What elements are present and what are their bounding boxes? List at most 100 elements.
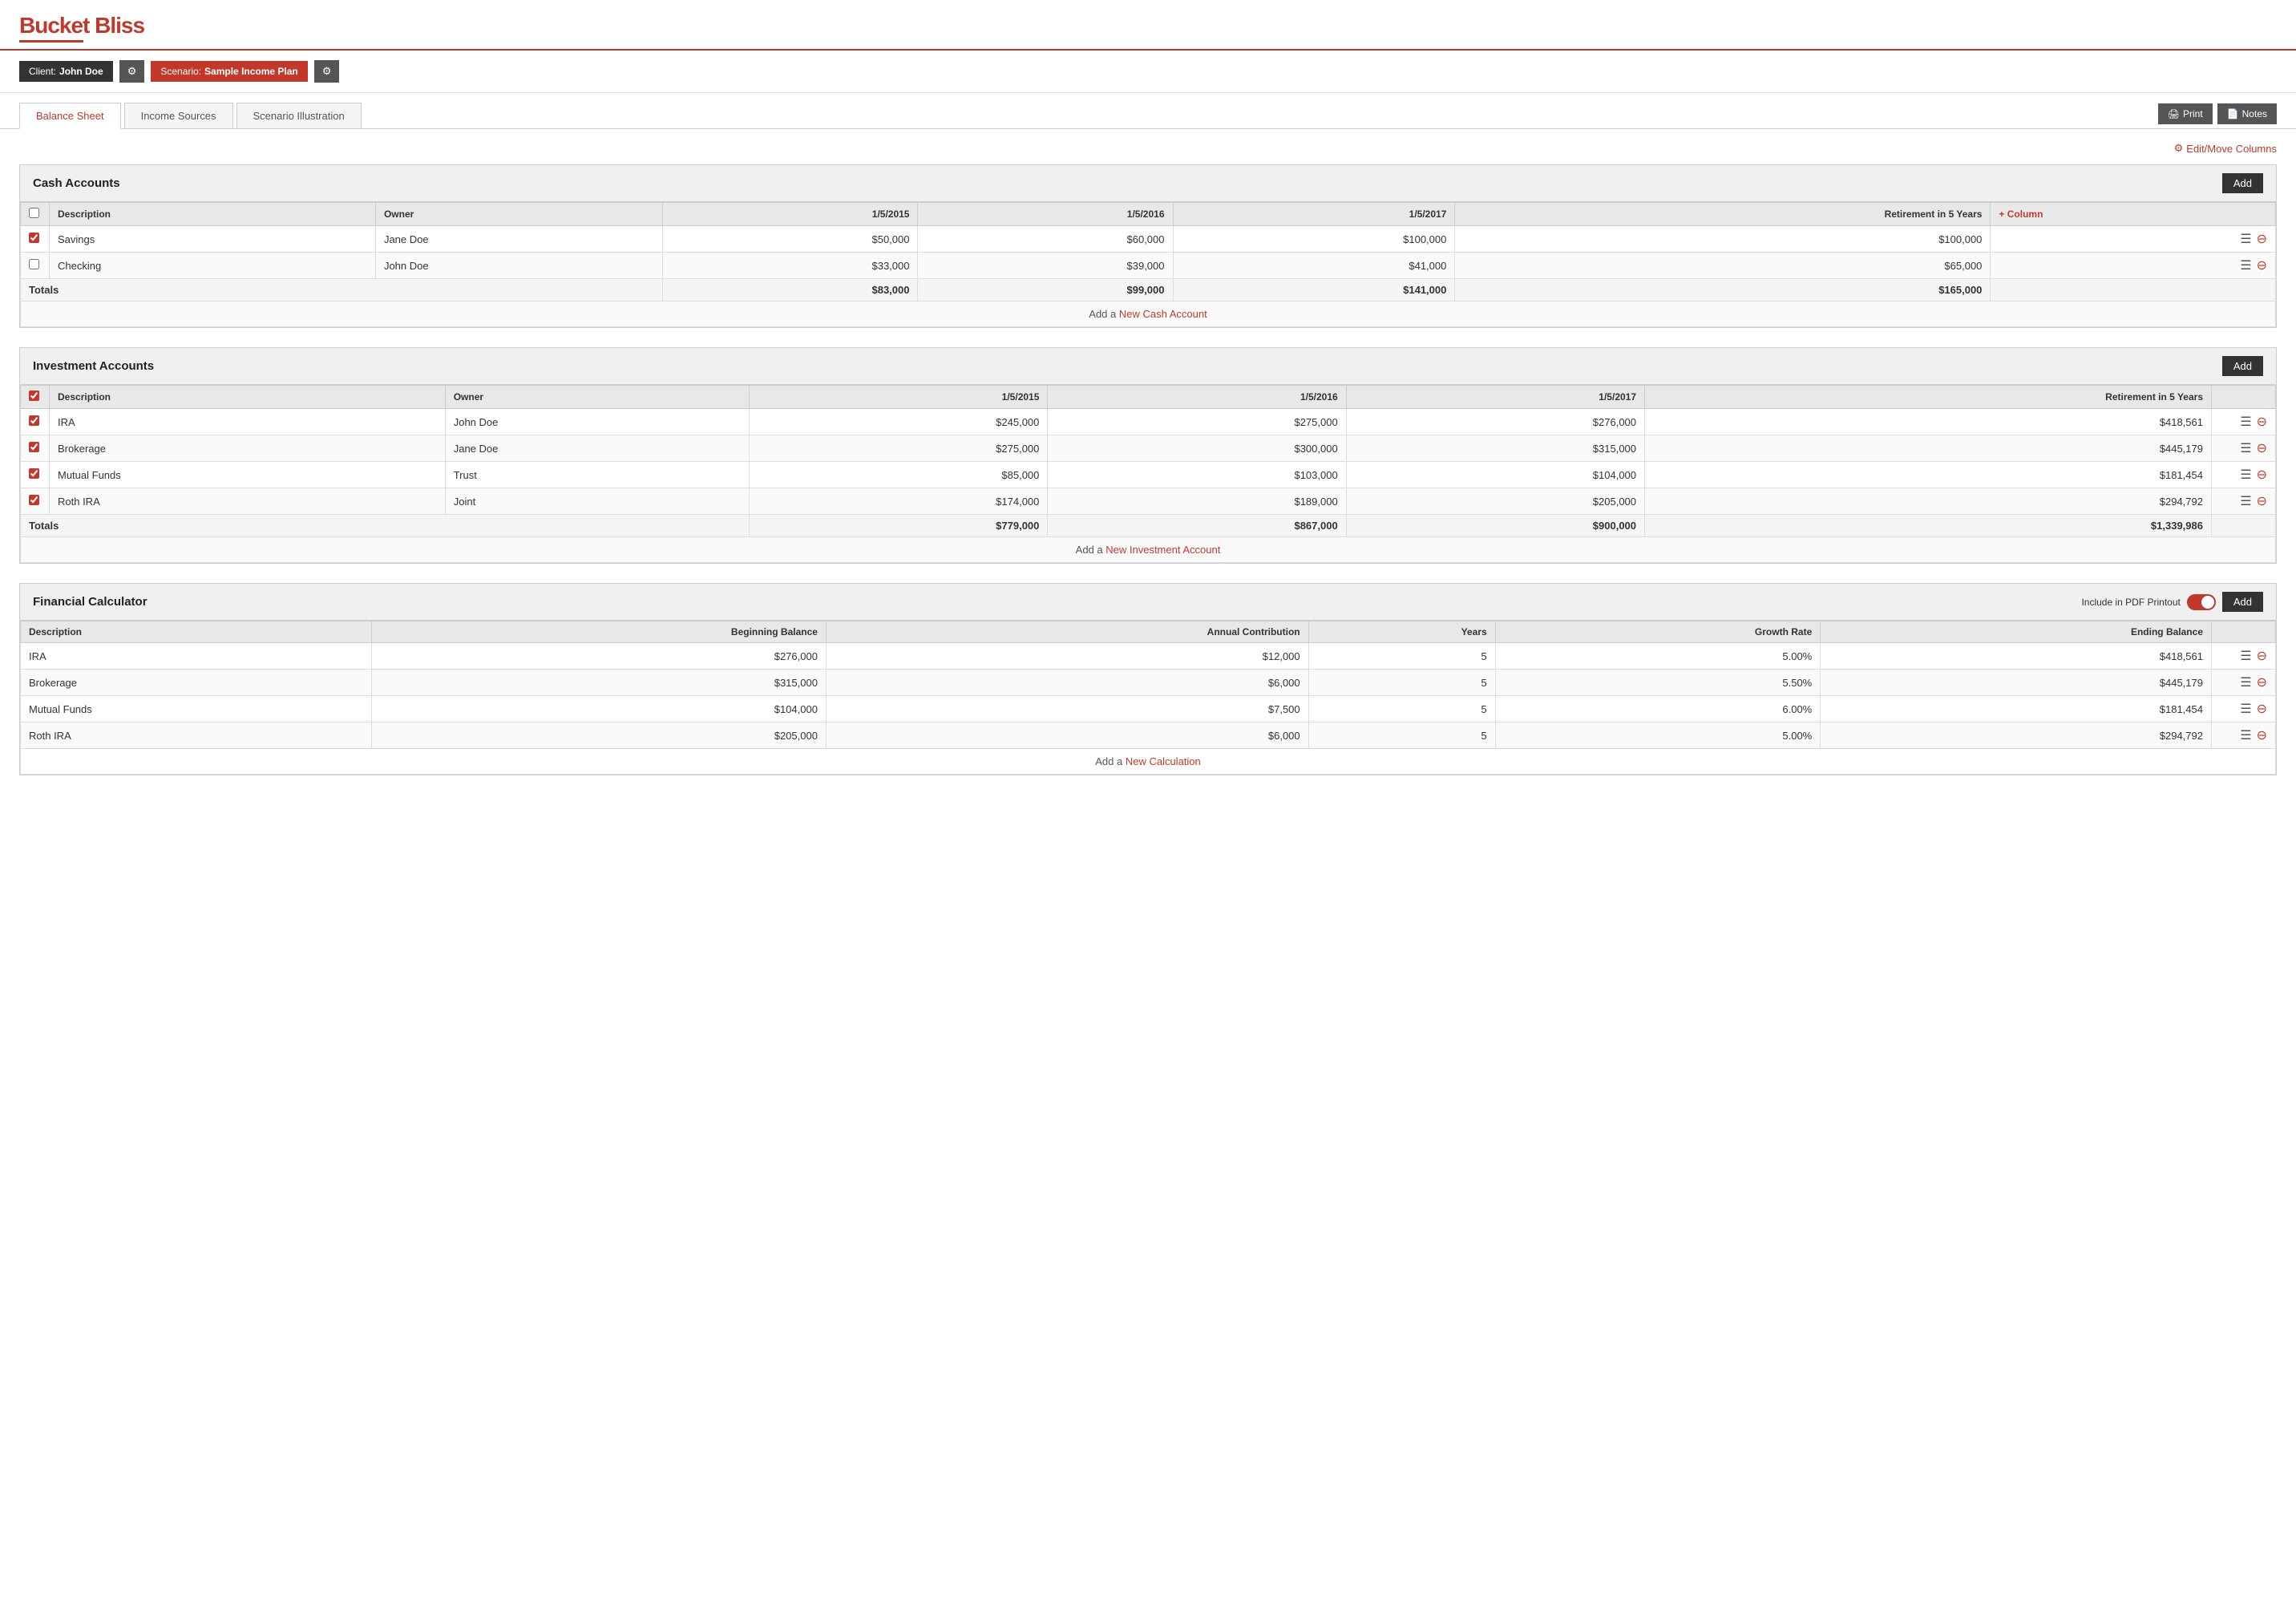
investment-totals-v4: $1,339,986 bbox=[1645, 515, 2212, 537]
financial-calculator-header: Financial Calculator Include in PDF Prin… bbox=[20, 584, 2276, 621]
financial-calculator-section: Financial Calculator Include in PDF Prin… bbox=[19, 583, 2277, 775]
cash-accounts-select-all[interactable] bbox=[29, 208, 39, 218]
scenario-gear-button[interactable]: ⚙ bbox=[314, 60, 340, 83]
tab-scenario-illustration[interactable]: Scenario Illustration bbox=[236, 103, 362, 128]
inv-row-2-checkbox[interactable] bbox=[29, 468, 39, 479]
inv-row-2-remove-icon[interactable]: ⊖ bbox=[2257, 467, 2267, 483]
fc-add-row-cell: Add a New Calculation bbox=[21, 749, 2276, 775]
investment-accounts-section: Investment Accounts Add Description Owne… bbox=[19, 347, 2277, 564]
cash-row-0-menu-icon[interactable]: ☰ bbox=[2240, 231, 2251, 247]
new-calculation-link[interactable]: New Calculation bbox=[1126, 755, 1201, 767]
client-badge: Client: John Doe bbox=[19, 61, 113, 82]
fc-row-0-menu-icon[interactable]: ☰ bbox=[2240, 648, 2251, 664]
toolbar: Client: John Doe ⚙ Scenario: Sample Inco… bbox=[0, 51, 2296, 93]
fc-row-0-growth-rate: 5.00% bbox=[1495, 643, 1821, 670]
inv-row-1-checkbox[interactable] bbox=[29, 442, 39, 452]
fc-row-0-beginning-balance: $276,000 bbox=[372, 643, 827, 670]
tabs-container: Balance Sheet Income Sources Scenario Il… bbox=[19, 103, 2158, 128]
fc-row-1-remove-icon[interactable]: ⊖ bbox=[2257, 674, 2267, 690]
new-cash-account-link[interactable]: New Cash Account bbox=[1119, 308, 1207, 320]
fc-row-3-remove-icon[interactable]: ⊖ bbox=[2257, 727, 2267, 743]
investment-accounts-add-button[interactable]: Add bbox=[2222, 356, 2263, 376]
inv-col-retirement: Retirement in 5 Years bbox=[1645, 386, 2212, 409]
fc-row-2-actions: ☰ ⊖ bbox=[2220, 701, 2267, 717]
inv-row-3-remove-icon[interactable]: ⊖ bbox=[2257, 493, 2267, 509]
cash-col-owner: Owner bbox=[375, 203, 663, 226]
client-label: Client: bbox=[29, 66, 56, 77]
toggle-knob bbox=[2201, 596, 2214, 609]
table-row: IRA $276,000 $12,000 5 5.00% $418,561 ☰ … bbox=[21, 643, 2276, 670]
fc-row-0-remove-icon[interactable]: ⊖ bbox=[2257, 648, 2267, 664]
fc-col-description: Description bbox=[21, 621, 372, 643]
investment-totals-row: Totals $779,000 $867,000 $900,000 $1,339… bbox=[21, 515, 2276, 537]
inv-row-0-v4: $418,561 bbox=[1645, 409, 2212, 435]
include-pdf-label: Include in PDF Printout bbox=[2081, 597, 2180, 608]
inv-col-date1: 1/5/2015 bbox=[750, 386, 1048, 409]
notes-button[interactable]: 📄 Notes bbox=[2217, 103, 2277, 124]
fc-row-2-remove-icon[interactable]: ⊖ bbox=[2257, 701, 2267, 717]
cash-col-add-column[interactable]: + Column bbox=[1991, 203, 2276, 226]
edit-columns-link[interactable]: ⚙ Edit/Move Columns bbox=[2174, 142, 2277, 155]
print-button[interactable]: 🖨 Print bbox=[2158, 103, 2213, 124]
tab-income-sources[interactable]: Income Sources bbox=[124, 103, 233, 128]
fc-row-0-annual-contribution: $12,000 bbox=[826, 643, 1308, 670]
inv-row-0-menu-icon[interactable]: ☰ bbox=[2240, 414, 2251, 430]
cash-row-0-v1: $50,000 bbox=[663, 226, 918, 253]
cash-totals-v4: $165,000 bbox=[1455, 279, 1991, 302]
fc-row-2-menu-icon[interactable]: ☰ bbox=[2240, 701, 2251, 717]
tab-balance-sheet[interactable]: Balance Sheet bbox=[19, 103, 121, 129]
fc-row-3-actions: ☰ ⊖ bbox=[2220, 727, 2267, 743]
inv-row-2-description: Mutual Funds bbox=[50, 462, 446, 488]
new-investment-account-link[interactable]: New Investment Account bbox=[1106, 544, 1220, 556]
cash-accounts-header: Cash Accounts Add bbox=[20, 165, 2276, 202]
investment-totals-v3: $900,000 bbox=[1346, 515, 1644, 537]
cash-row-1-v1: $33,000 bbox=[663, 253, 918, 279]
inv-row-0-checkbox[interactable] bbox=[29, 415, 39, 426]
fc-col-growth-rate: Growth Rate bbox=[1495, 621, 1821, 643]
fc-row-2-growth-rate: 6.00% bbox=[1495, 696, 1821, 722]
investment-accounts-table: Description Owner 1/5/2015 1/5/2016 1/5/… bbox=[20, 385, 2276, 563]
table-row: Brokerage Jane Doe $275,000 $300,000 $31… bbox=[21, 435, 2276, 462]
header: Bucket Bliss bbox=[0, 0, 2296, 51]
fc-row-3-menu-icon[interactable]: ☰ bbox=[2240, 727, 2251, 743]
fc-col-ending-balance: Ending Balance bbox=[1821, 621, 2212, 643]
fc-col-annual-contribution: Annual Contribution bbox=[826, 621, 1308, 643]
inv-row-1-menu-icon[interactable]: ☰ bbox=[2240, 440, 2251, 456]
cash-totals-row: Totals $83,000 $99,000 $141,000 $165,000 bbox=[21, 279, 2276, 302]
cash-row-1-remove-icon[interactable]: ⊖ bbox=[2257, 257, 2267, 273]
inv-col-owner: Owner bbox=[445, 386, 749, 409]
table-row: Roth IRA $205,000 $6,000 5 5.00% $294,79… bbox=[21, 722, 2276, 749]
logo-text2: Bliss bbox=[95, 13, 144, 38]
cash-accounts-section: Cash Accounts Add Description Owner 1/5/… bbox=[19, 164, 2277, 328]
cash-accounts-add-button[interactable]: Add bbox=[2222, 173, 2263, 193]
fc-row-1-years: 5 bbox=[1308, 670, 1495, 696]
fc-row-2-ending-balance: $181,454 bbox=[1821, 696, 2212, 722]
investment-accounts-select-all[interactable] bbox=[29, 391, 39, 401]
inv-row-0-remove-icon[interactable]: ⊖ bbox=[2257, 414, 2267, 430]
inv-row-2-menu-icon[interactable]: ☰ bbox=[2240, 467, 2251, 483]
fc-row-1-menu-icon[interactable]: ☰ bbox=[2240, 674, 2251, 690]
scenario-name: Sample Income Plan bbox=[204, 66, 298, 77]
inv-row-3-description: Roth IRA bbox=[50, 488, 446, 515]
cash-row-1-checkbox[interactable] bbox=[29, 259, 39, 269]
cash-row-0-v2: $60,000 bbox=[918, 226, 1173, 253]
client-gear-button[interactable]: ⚙ bbox=[119, 60, 145, 83]
inv-row-3-checkbox[interactable] bbox=[29, 495, 39, 505]
investment-accounts-title: Investment Accounts bbox=[33, 359, 154, 373]
cash-accounts-table: Description Owner 1/5/2015 1/5/2016 1/5/… bbox=[20, 202, 2276, 327]
inv-row-1-description: Brokerage bbox=[50, 435, 446, 462]
include-pdf-toggle[interactable] bbox=[2187, 594, 2216, 610]
inv-row-1-actions: ☰ ⊖ bbox=[2220, 440, 2267, 456]
fc-add-row-prefix: Add a bbox=[1095, 755, 1126, 767]
inv-row-0-v3: $276,000 bbox=[1346, 409, 1644, 435]
fc-row-2-description: Mutual Funds bbox=[21, 696, 372, 722]
cash-row-0-remove-icon[interactable]: ⊖ bbox=[2257, 231, 2267, 247]
inv-row-2-actions: ☰ ⊖ bbox=[2220, 467, 2267, 483]
cash-row-0-checkbox[interactable] bbox=[29, 233, 39, 243]
financial-calculator-add-button[interactable]: Add bbox=[2222, 592, 2263, 612]
cash-row-1-menu-icon[interactable]: ☰ bbox=[2240, 257, 2251, 273]
inv-row-3-menu-icon[interactable]: ☰ bbox=[2240, 493, 2251, 509]
inv-row-1-remove-icon[interactable]: ⊖ bbox=[2257, 440, 2267, 456]
cash-row-1-owner: John Doe bbox=[375, 253, 663, 279]
table-row: Roth IRA Joint $174,000 $189,000 $205,00… bbox=[21, 488, 2276, 515]
